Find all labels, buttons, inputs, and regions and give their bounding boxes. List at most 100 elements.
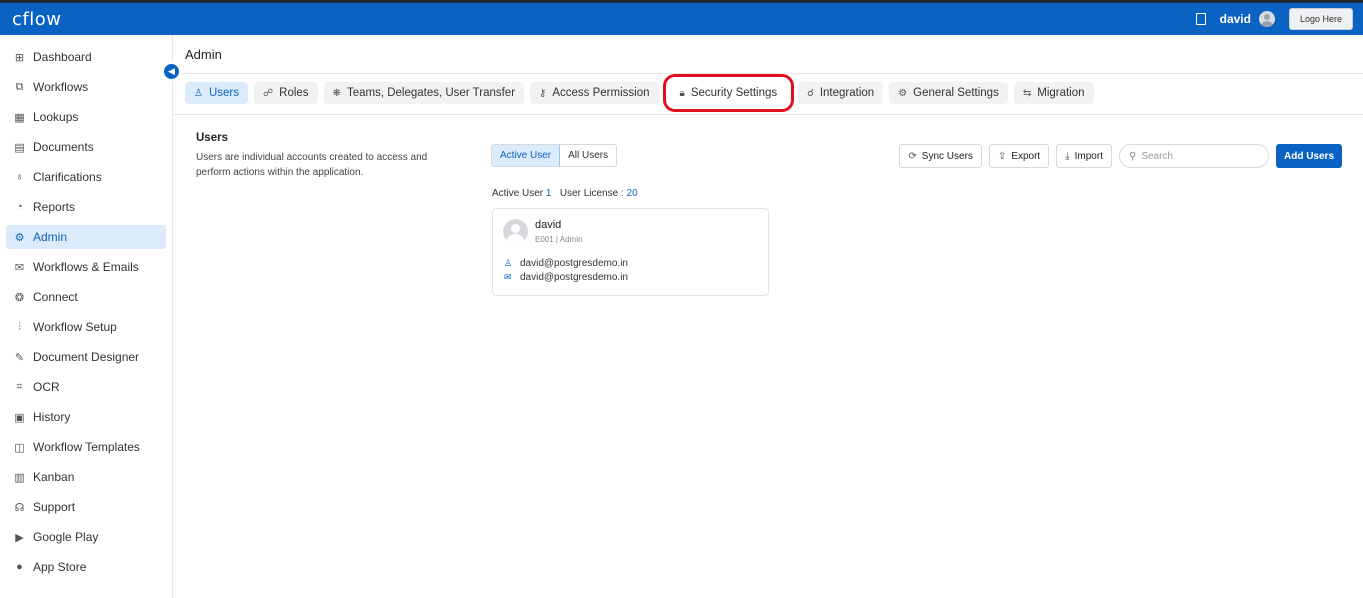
sidebar-item-label: Support: [33, 500, 76, 514]
sidebar-item-admin[interactable]: ⚙ Admin: [6, 225, 166, 249]
sidebar-item-label: Kanban: [33, 470, 75, 484]
sync-users-button[interactable]: ⟳ Sync Users: [899, 144, 982, 168]
mail-icon: ✉: [504, 272, 512, 282]
ocr-icon: ⌗: [16, 380, 23, 393]
active-user-label: Active User: [492, 188, 544, 199]
tab-label: Integration: [819, 87, 875, 99]
active-user-count: 1: [545, 188, 552, 199]
sidebar-item-workflow-setup[interactable]: ⫶ Workflow Setup: [6, 315, 166, 339]
search-input[interactable]: [1141, 150, 1252, 162]
sidebar-item-reports[interactable]: ◔ Reports: [6, 195, 166, 219]
sidebar-item-label: Workflow Setup: [33, 320, 117, 334]
search-box: ⚲: [1118, 144, 1269, 168]
tab-teams-delegates-user-transfer[interactable]: ❋ Teams, Delegates, User Transfer: [323, 82, 525, 104]
tab-access-permission[interactable]: ⚷ Access Permission: [530, 82, 659, 104]
user-card-username-row: ♙ david@postgresdemo.in: [504, 258, 628, 269]
tab-label: General Settings: [913, 87, 999, 99]
user-card-name: david: [535, 219, 562, 231]
sync-icon: ⟳: [908, 150, 917, 162]
lookups-icon: ▦: [14, 111, 25, 124]
support-icon: ☊: [14, 501, 25, 514]
connect-icon: ❂: [14, 291, 25, 304]
user-card[interactable]: david E001 | Admin ♙ david@postgresdemo.…: [492, 208, 769, 296]
sidebar-item-label: Connect: [33, 290, 78, 304]
cflow-logo[interactable]: cflow: [12, 9, 61, 30]
import-button[interactable]: ⤓ Import: [1056, 144, 1112, 168]
user-counts: Active User 1 User License : 20: [492, 188, 638, 199]
history-icon: ▣: [14, 411, 25, 424]
sidebar-item-clarifications[interactable]: ♁ Clarifications: [6, 165, 166, 189]
sidebar-item-label: Google Play: [33, 530, 99, 544]
sidebar-item-label: Workflow Templates: [33, 440, 140, 454]
sidebar-item-document-designer[interactable]: ✎ Document Designer: [6, 345, 166, 369]
sidebar-item-workflows-emails[interactable]: ✉ Workflows & Emails: [6, 255, 166, 279]
admin-icon: ⚙: [14, 231, 25, 244]
search-icon: ⚲: [1128, 150, 1137, 162]
user-card-email: david@postgresdemo.in: [520, 272, 628, 283]
sidebar-item-dashboard[interactable]: ⊞ Dashboard: [6, 45, 166, 69]
main-content: Admin ♙ Users ☍ Roles ❋ Teams, Delegates, Use…: [173, 35, 1363, 598]
document-designer-icon: ✎: [14, 351, 25, 364]
document-icon[interactable]: [1195, 13, 1206, 25]
reports-icon: ◔: [16, 201, 23, 213]
upload-icon: ⇪: [997, 150, 1007, 162]
sidebar-item-kanban[interactable]: ▥ Kanban: [6, 465, 166, 489]
sidebar-item-app-store[interactable]: ● App Store: [6, 555, 166, 579]
export-label: Export: [1011, 150, 1041, 162]
sidebar: ◀ ⊞ Dashboard ⧉ Workflows ▦ Lookups ▤ Documents…: [0, 35, 181, 598]
tab-security-settings[interactable]: 🔒︎ Security Settings: [662, 74, 795, 112]
divider: [173, 114, 1363, 115]
tab-general-settings[interactable]: ⚙ General Settings: [889, 82, 1008, 104]
google-play-icon: ▶: [15, 531, 24, 544]
user-card-email-row: ✉ david@postgresdemo.in: [504, 272, 628, 283]
tab-migration[interactable]: ⇆ Migration: [1013, 82, 1094, 104]
section-title: Users: [196, 132, 228, 144]
user-card-role: E001 | Admin: [535, 235, 583, 244]
sidebar-item-workflow-templates[interactable]: ◫ Workflow Templates: [6, 435, 166, 459]
sidebar-item-lookups[interactable]: ▦ Lookups: [6, 105, 166, 129]
avatar[interactable]: [1258, 11, 1275, 27]
active-user-toggle[interactable]: Active User: [492, 145, 561, 166]
sidebar-item-history[interactable]: ▣ History: [6, 405, 166, 429]
sidebar-item-connect[interactable]: ❂ Connect: [6, 285, 166, 309]
apple-icon: ●: [16, 561, 23, 573]
logo-here-button[interactable]: Logo Here: [1288, 8, 1353, 30]
user-license-label: User License :: [559, 188, 624, 199]
tab-roles[interactable]: ☍ Roles: [254, 82, 318, 104]
workflow-setup-icon: ⫶: [18, 320, 21, 333]
tab-users[interactable]: ♙ Users: [185, 82, 248, 104]
sidebar-item-support[interactable]: ☊ Support: [6, 495, 166, 519]
sidebar-item-workflows[interactable]: ⧉ Workflows: [6, 75, 166, 99]
lock-icon: 🔒︎: [679, 87, 685, 99]
tab-label: Roles: [279, 87, 309, 99]
key-icon: ⚷: [539, 87, 547, 99]
kanban-icon: ▥: [14, 471, 25, 484]
divider: [173, 73, 1363, 74]
user-avatar: [503, 219, 528, 244]
collapse-sidebar-icon[interactable]: ◀: [162, 62, 181, 81]
tab-label: Migration: [1037, 87, 1085, 99]
user-icon: ♙: [194, 87, 203, 99]
tab-label: Security Settings: [690, 87, 778, 99]
top-bar: cflow david Logo Here: [0, 0, 1363, 35]
user-filter-toggle: Active User All Users: [491, 144, 618, 167]
import-label: Import: [1074, 150, 1103, 162]
sidebar-item-ocr[interactable]: ⌗ OCR: [6, 375, 166, 399]
dashboard-icon: ⊞: [14, 51, 25, 64]
page-title: Admin: [185, 47, 222, 62]
user-name[interactable]: david: [1220, 12, 1251, 26]
sidebar-item-label: Dashboard: [33, 50, 92, 64]
tab-integration[interactable]: ☌ Integration: [798, 82, 884, 104]
user-license-count: 20: [626, 188, 638, 199]
sidebar-item-label: History: [33, 410, 71, 424]
gear-icon: ⚙: [898, 87, 908, 99]
mail-icon: ✉: [14, 261, 25, 274]
all-users-toggle[interactable]: All Users: [560, 145, 616, 166]
user-card-username: david@postgresdemo.in: [520, 258, 628, 269]
sidebar-item-google-play[interactable]: ▶ Google Play: [6, 525, 166, 549]
sidebar-item-documents[interactable]: ▤ Documents: [6, 135, 166, 159]
add-users-button[interactable]: Add Users: [1275, 144, 1342, 168]
sidebar-item-label: Reports: [33, 200, 76, 214]
migration-icon: ⇆: [1022, 87, 1032, 99]
export-button[interactable]: ⇪ Export: [988, 144, 1050, 168]
